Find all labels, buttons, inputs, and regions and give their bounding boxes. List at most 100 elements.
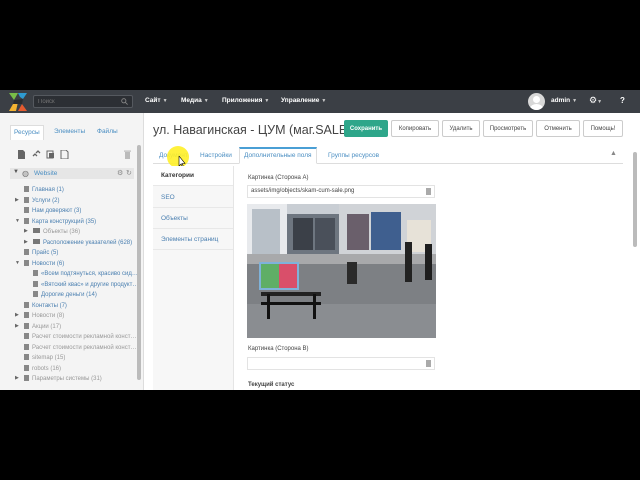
node-label: Расчет стоимости рекламной конст… bbox=[32, 345, 137, 351]
category-objects[interactable]: Объекты bbox=[153, 209, 233, 229]
node-label: Параметры системы (31) bbox=[32, 376, 102, 382]
tree-node[interactable]: «Всем подтянуться, красиво сид… bbox=[33, 270, 138, 277]
tree-node[interactable]: sitemap (15) bbox=[24, 354, 65, 361]
resource-tabs: Документ Настройки Дополнительные поля Г… bbox=[153, 147, 623, 164]
tab-settings[interactable]: Настройки bbox=[200, 147, 232, 163]
link-icon[interactable] bbox=[32, 150, 41, 159]
node-label: Новости (6) bbox=[32, 261, 65, 267]
user-menu[interactable]: admin ▼ bbox=[551, 97, 577, 104]
tree-node[interactable]: ▶ Новости (8) bbox=[15, 312, 64, 319]
tab-resource-groups[interactable]: Группы ресурсов bbox=[328, 147, 379, 163]
tree-node[interactable]: Расчет стоимости рекламной конст… bbox=[24, 333, 136, 340]
top-bar: Сайт▼ Медиа▼ Приложения▼ Управление▼ adm… bbox=[0, 90, 640, 113]
tree-node[interactable]: «Вятский квас» и другие продукт… bbox=[33, 281, 138, 288]
tree-node[interactable]: Расчет стоимости рекламной конст… bbox=[24, 344, 136, 351]
file-icon[interactable] bbox=[426, 360, 431, 367]
tree-node[interactable]: Дорогие деньги (14) bbox=[33, 291, 97, 298]
resource-sidebar: Ресурсы Элементы Файлы ▼ ◍ Website ⚙ ↻ Г… bbox=[0, 113, 144, 390]
tab-resources[interactable]: Ресурсы bbox=[10, 125, 44, 140]
chevron-down-icon: ▼ bbox=[264, 98, 270, 104]
tree-node[interactable]: robots (16) bbox=[24, 365, 61, 372]
field-value: assets/img/objects/skam-cum-sale.png bbox=[251, 188, 355, 194]
help-button[interactable]: Помощь! bbox=[583, 120, 623, 137]
field-label: Картинка (Сторона А) bbox=[248, 175, 309, 181]
tab-files[interactable]: Файлы bbox=[97, 125, 118, 139]
gear-icon[interactable]: ⚙▼ bbox=[589, 95, 602, 106]
collapse-icon[interactable]: ▲ bbox=[610, 150, 617, 157]
view-button[interactable]: Просмотреть bbox=[483, 120, 533, 137]
help-icon[interactable]: ? bbox=[617, 95, 628, 106]
refresh-icon[interactable]: ↻ bbox=[126, 169, 132, 177]
category-page-elements[interactable]: Элементы страниц bbox=[153, 230, 233, 250]
node-label: robots (16) bbox=[32, 366, 62, 372]
caret-right-icon[interactable]: ▶ bbox=[15, 312, 19, 318]
new-document-icon[interactable] bbox=[17, 150, 26, 159]
menu-manage[interactable]: Управление ▼ bbox=[281, 97, 326, 104]
username: admin bbox=[551, 97, 571, 104]
delete-button[interactable]: Удалить bbox=[442, 120, 480, 137]
caret-down-icon[interactable]: ▼ bbox=[13, 169, 19, 175]
main-scrollbar[interactable] bbox=[633, 152, 637, 247]
tab-elements[interactable]: Элементы bbox=[54, 125, 85, 139]
tree-root[interactable]: ▼ ◍ Website ⚙ ↻ bbox=[10, 168, 134, 179]
image-a-field[interactable]: assets/img/objects/skam-cum-sale.png bbox=[247, 185, 435, 198]
caret-right-icon[interactable]: ▶ bbox=[24, 228, 28, 234]
copy-button[interactable]: Копировать bbox=[391, 120, 439, 137]
tree-node[interactable]: ▼ Новости (6) bbox=[15, 260, 65, 267]
search-box[interactable] bbox=[33, 95, 133, 108]
sidebar-scrollbar[interactable] bbox=[137, 145, 141, 380]
caret-down-icon[interactable]: ▼ bbox=[15, 218, 20, 224]
save-button[interactable]: Сохранить bbox=[344, 120, 388, 137]
caret-right-icon[interactable]: ▶ bbox=[15, 323, 19, 329]
manager-screen: Сайт▼ Медиа▼ Приложения▼ Управление▼ adm… bbox=[0, 90, 640, 390]
chevron-down-icon: ▼ bbox=[162, 98, 168, 104]
menu-label: Управление bbox=[281, 97, 320, 104]
tab-extra-fields[interactable]: Дополнительные поля bbox=[239, 147, 317, 164]
cancel-button[interactable]: Отменить bbox=[536, 120, 580, 137]
node-label: Прайс (5) bbox=[32, 250, 59, 256]
category-seo[interactable]: SEO bbox=[153, 188, 233, 208]
menu-media[interactable]: Медиа ▼ bbox=[181, 97, 209, 104]
caret-right-icon[interactable]: ▶ bbox=[15, 197, 19, 203]
caret-right-icon[interactable]: ▶ bbox=[24, 239, 28, 245]
tree-node[interactable]: Прайс (5) bbox=[24, 249, 58, 256]
node-label: Карта конструкций (35) bbox=[32, 219, 97, 225]
tree-node[interactable]: ▶ Услуги (2) bbox=[15, 197, 59, 204]
tree-node[interactable]: Нам доверяют (3) bbox=[24, 207, 81, 214]
tree-node[interactable]: Главная (1) bbox=[24, 186, 64, 193]
tree-node[interactable]: ▶ Расположение указателей (628) bbox=[24, 239, 133, 246]
node-label: Нам доверяют (3) bbox=[32, 208, 82, 214]
search-input[interactable] bbox=[34, 96, 122, 107]
tree-node[interactable]: ▶ Параметры системы (31) bbox=[15, 375, 102, 382]
trash-icon[interactable] bbox=[123, 150, 132, 159]
caret-right-icon[interactable]: ▶ bbox=[15, 375, 19, 381]
node-label: Расположение указателей (628) bbox=[43, 240, 133, 246]
category-header[interactable]: Категории bbox=[153, 166, 233, 186]
menu-label: Сайт bbox=[145, 97, 161, 104]
menu-label: Медиа bbox=[181, 97, 202, 104]
node-label: Дорогие деньги (14) bbox=[41, 292, 97, 298]
file-icon[interactable] bbox=[426, 188, 431, 195]
tree-node[interactable]: Контакты (7) bbox=[24, 302, 67, 309]
caret-down-icon[interactable]: ▼ bbox=[15, 260, 20, 266]
field-label: Текущий статус bbox=[248, 382, 295, 388]
node-label: Расчет стоимости рекламной конст… bbox=[32, 334, 137, 340]
node-label: Главная (1) bbox=[32, 187, 64, 193]
modx-logo-icon[interactable] bbox=[9, 93, 27, 111]
weblink-icon[interactable] bbox=[46, 150, 55, 159]
tree-node[interactable]: ▶ Акции (17) bbox=[15, 323, 61, 330]
avatar[interactable] bbox=[528, 93, 545, 110]
gear-icon[interactable]: ⚙ bbox=[117, 169, 123, 177]
menu-apps[interactable]: Приложения ▼ bbox=[222, 97, 269, 104]
search-icon[interactable] bbox=[121, 98, 128, 105]
preview-image bbox=[247, 204, 436, 338]
image-b-field[interactable] bbox=[247, 357, 435, 370]
node-label: Контакты (7) bbox=[32, 303, 67, 309]
tree-node[interactable]: ▶ Объекты (36) bbox=[24, 228, 80, 235]
file-icon[interactable] bbox=[60, 150, 69, 159]
globe-icon: ◍ bbox=[22, 169, 29, 178]
chevron-down-icon: ▼ bbox=[321, 98, 327, 104]
chevron-down-icon: ▼ bbox=[572, 98, 578, 104]
tree-node[interactable]: ▼ Карта конструкций (35) bbox=[15, 218, 97, 225]
menu-site[interactable]: Сайт ▼ bbox=[145, 97, 168, 104]
